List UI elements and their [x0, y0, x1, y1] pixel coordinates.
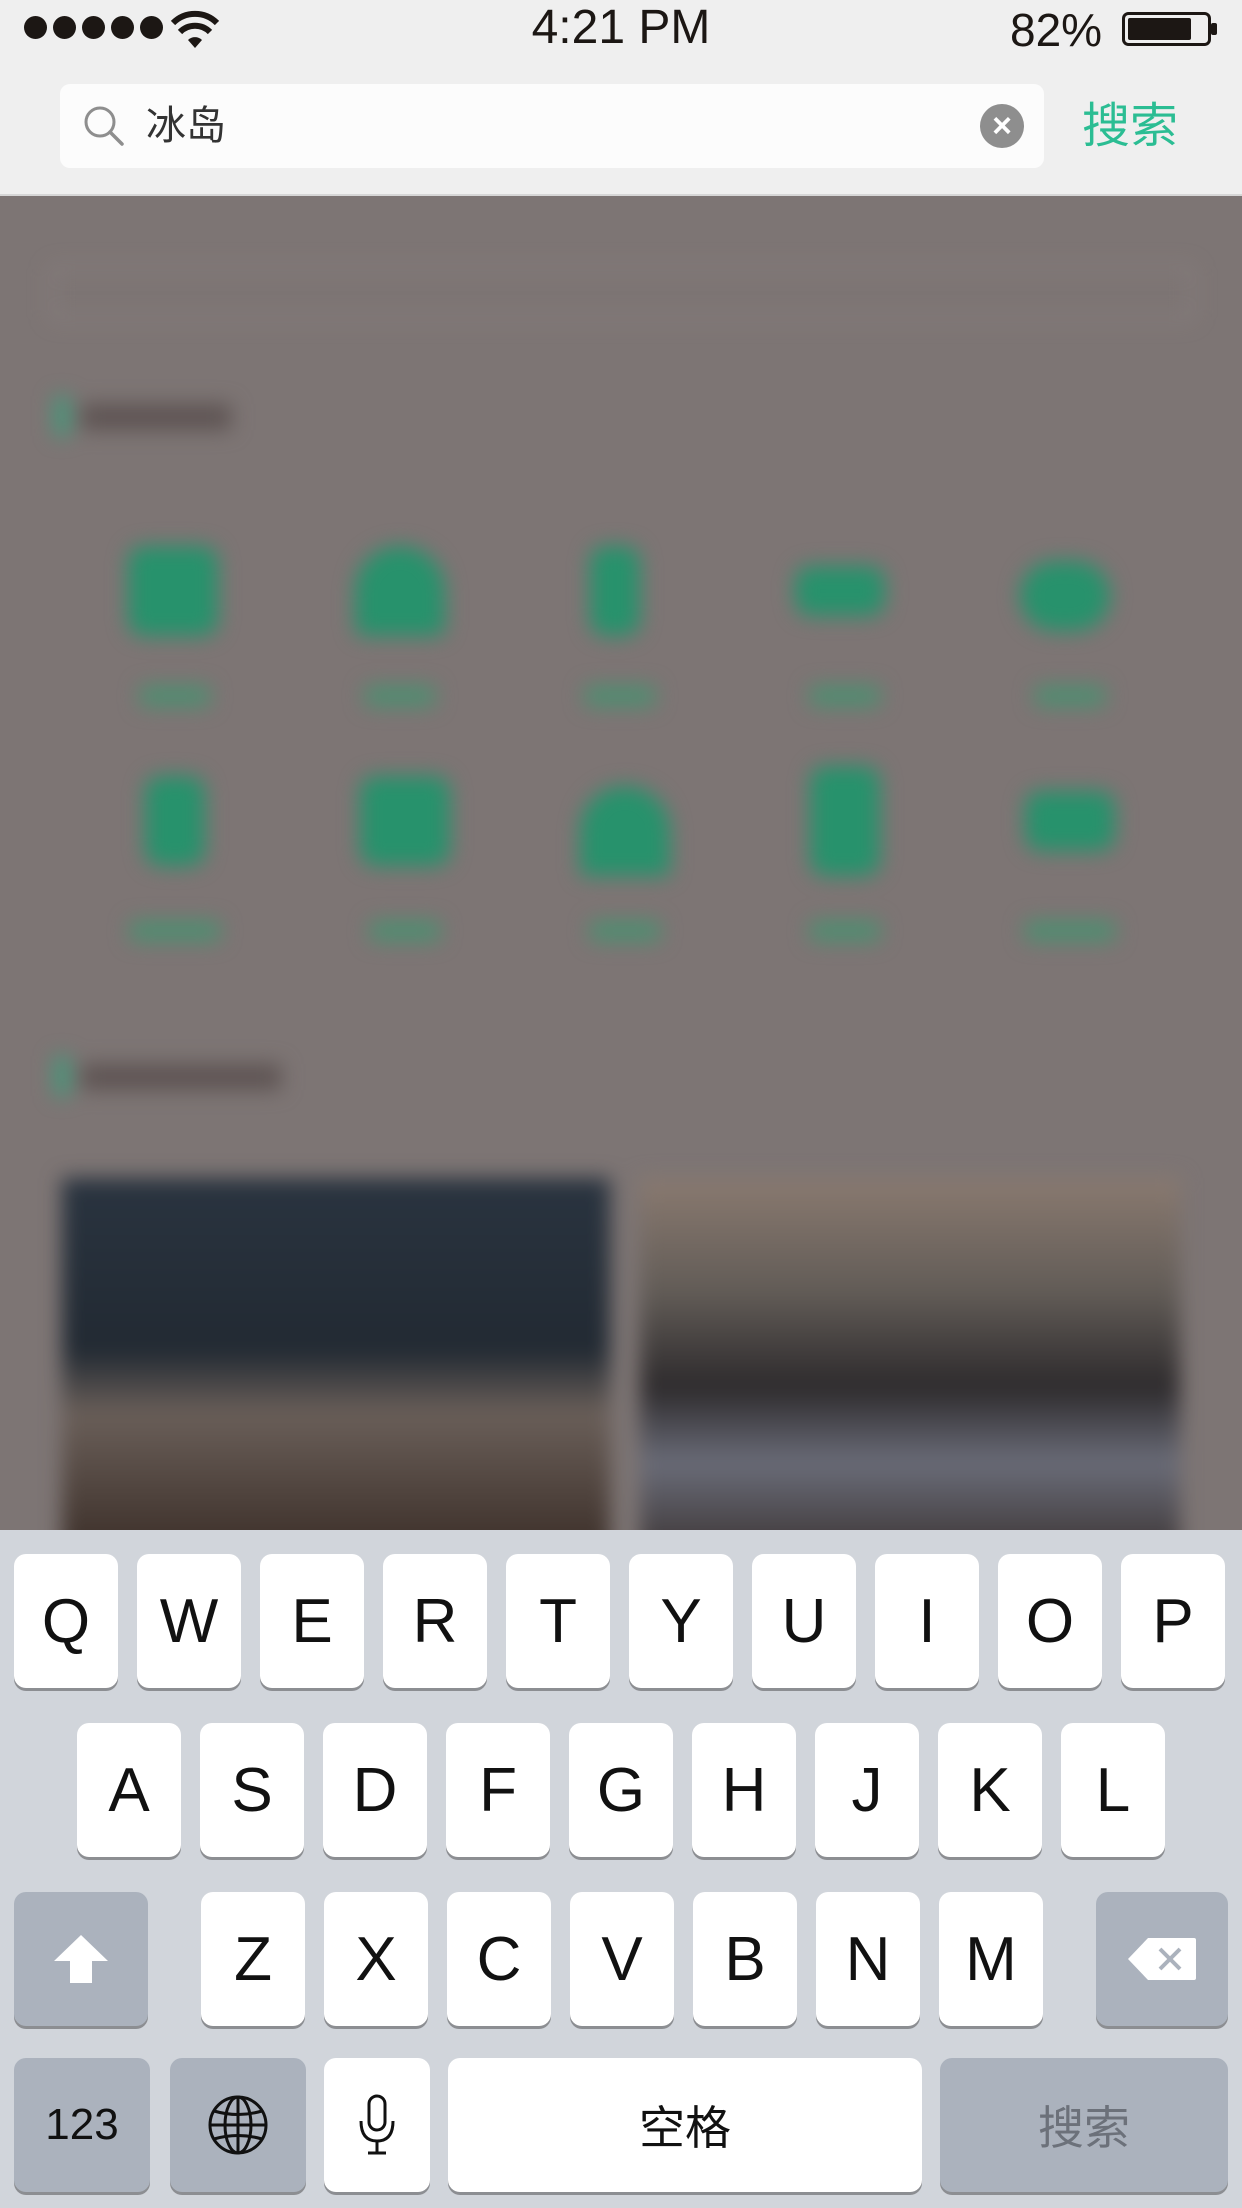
- delete-key[interactable]: [1096, 1892, 1228, 2026]
- blurred-category-icon: [810, 766, 880, 876]
- blurred-category-icon: [145, 776, 205, 866]
- blurred-category-label: [1025, 921, 1115, 941]
- backspace-icon: [1128, 1938, 1196, 1980]
- key-s[interactable]: S: [200, 1723, 304, 1857]
- key-k[interactable]: K: [938, 1723, 1042, 1857]
- battery-percentage: 82%: [1010, 4, 1103, 56]
- space-key[interactable]: 空格: [448, 2058, 922, 2192]
- key-t[interactable]: T: [506, 1554, 610, 1688]
- keyboard: QWERTYUIOP ASDFGHJKL ZXCVBNM 123 空格 搜索: [0, 1530, 1242, 2208]
- blurred-category-label: [370, 921, 440, 941]
- close-icon: ×: [992, 107, 1012, 145]
- key-j[interactable]: J: [815, 1723, 919, 1857]
- blurred-category-label: [590, 921, 660, 941]
- key-m[interactable]: M: [939, 1892, 1043, 2026]
- blurred-category-label: [810, 686, 880, 706]
- key-z[interactable]: Z: [201, 1892, 305, 2026]
- key-r[interactable]: R: [383, 1554, 487, 1688]
- blurred-category-icon: [1020, 561, 1110, 631]
- blurred-category-icon: [590, 546, 640, 636]
- clear-search-button[interactable]: ×: [980, 104, 1024, 148]
- blurred-category-icon: [355, 546, 445, 636]
- key-c[interactable]: C: [447, 1892, 551, 2026]
- blurred-search-bar: [50, 266, 1194, 320]
- blurred-category-icon: [128, 546, 218, 636]
- search-return-key[interactable]: 搜索: [940, 2058, 1228, 2192]
- key-o[interactable]: O: [998, 1554, 1102, 1688]
- key-a[interactable]: A: [77, 1723, 181, 1857]
- status-bar: 4:21 PM 82%: [0, 0, 1242, 60]
- shift-key[interactable]: [14, 1892, 148, 2026]
- key-l[interactable]: L: [1061, 1723, 1165, 1857]
- key-f[interactable]: F: [446, 1723, 550, 1857]
- blurred-category-label: [140, 686, 210, 706]
- blurred-page-content: [0, 196, 1242, 1530]
- search-query-text: 冰岛: [146, 103, 226, 149]
- blurred-category-icon: [360, 776, 450, 866]
- shift-arrow-icon: [54, 1935, 108, 1983]
- blurred-category-label: [365, 686, 435, 706]
- key-q[interactable]: Q: [14, 1554, 118, 1688]
- key-x[interactable]: X: [324, 1892, 428, 2026]
- blurred-category-label: [585, 686, 655, 706]
- key-g[interactable]: G: [569, 1723, 673, 1857]
- blurred-background-overlay[interactable]: [0, 196, 1242, 1530]
- globe-icon: [208, 2095, 268, 2155]
- blurred-category-icon: [580, 786, 670, 876]
- search-header: 冰岛 × 搜索: [0, 60, 1242, 196]
- battery-icon: [1122, 12, 1217, 46]
- blurred-destination-photo: [640, 1178, 1180, 1530]
- blurred-section-header: [55, 396, 245, 436]
- key-v[interactable]: V: [570, 1892, 674, 2026]
- blurred-destination-photo: [62, 1178, 610, 1530]
- key-w[interactable]: W: [137, 1554, 241, 1688]
- blurred-category-label: [130, 921, 220, 941]
- globe-key[interactable]: [170, 2058, 306, 2192]
- key-e[interactable]: E: [260, 1554, 364, 1688]
- blurred-category-icon: [795, 566, 885, 616]
- search-input[interactable]: 冰岛 ×: [60, 84, 1044, 168]
- numbers-key[interactable]: 123: [14, 2058, 150, 2192]
- dictation-key[interactable]: [324, 2058, 430, 2192]
- key-y[interactable]: Y: [629, 1554, 733, 1688]
- search-submit-button[interactable]: 搜索: [1082, 96, 1178, 156]
- key-u[interactable]: U: [752, 1554, 856, 1688]
- blurred-section-header: [55, 1056, 295, 1096]
- key-b[interactable]: B: [693, 1892, 797, 2026]
- key-p[interactable]: P: [1121, 1554, 1225, 1688]
- key-d[interactable]: D: [323, 1723, 427, 1857]
- key-h[interactable]: H: [692, 1723, 796, 1857]
- key-i[interactable]: I: [875, 1554, 979, 1688]
- search-icon: [84, 106, 124, 146]
- blurred-category-icon: [1025, 791, 1115, 851]
- key-n[interactable]: N: [816, 1892, 920, 2026]
- microphone-icon: [359, 2094, 395, 2155]
- blurred-category-label: [1035, 686, 1105, 706]
- blurred-category-label: [810, 921, 880, 941]
